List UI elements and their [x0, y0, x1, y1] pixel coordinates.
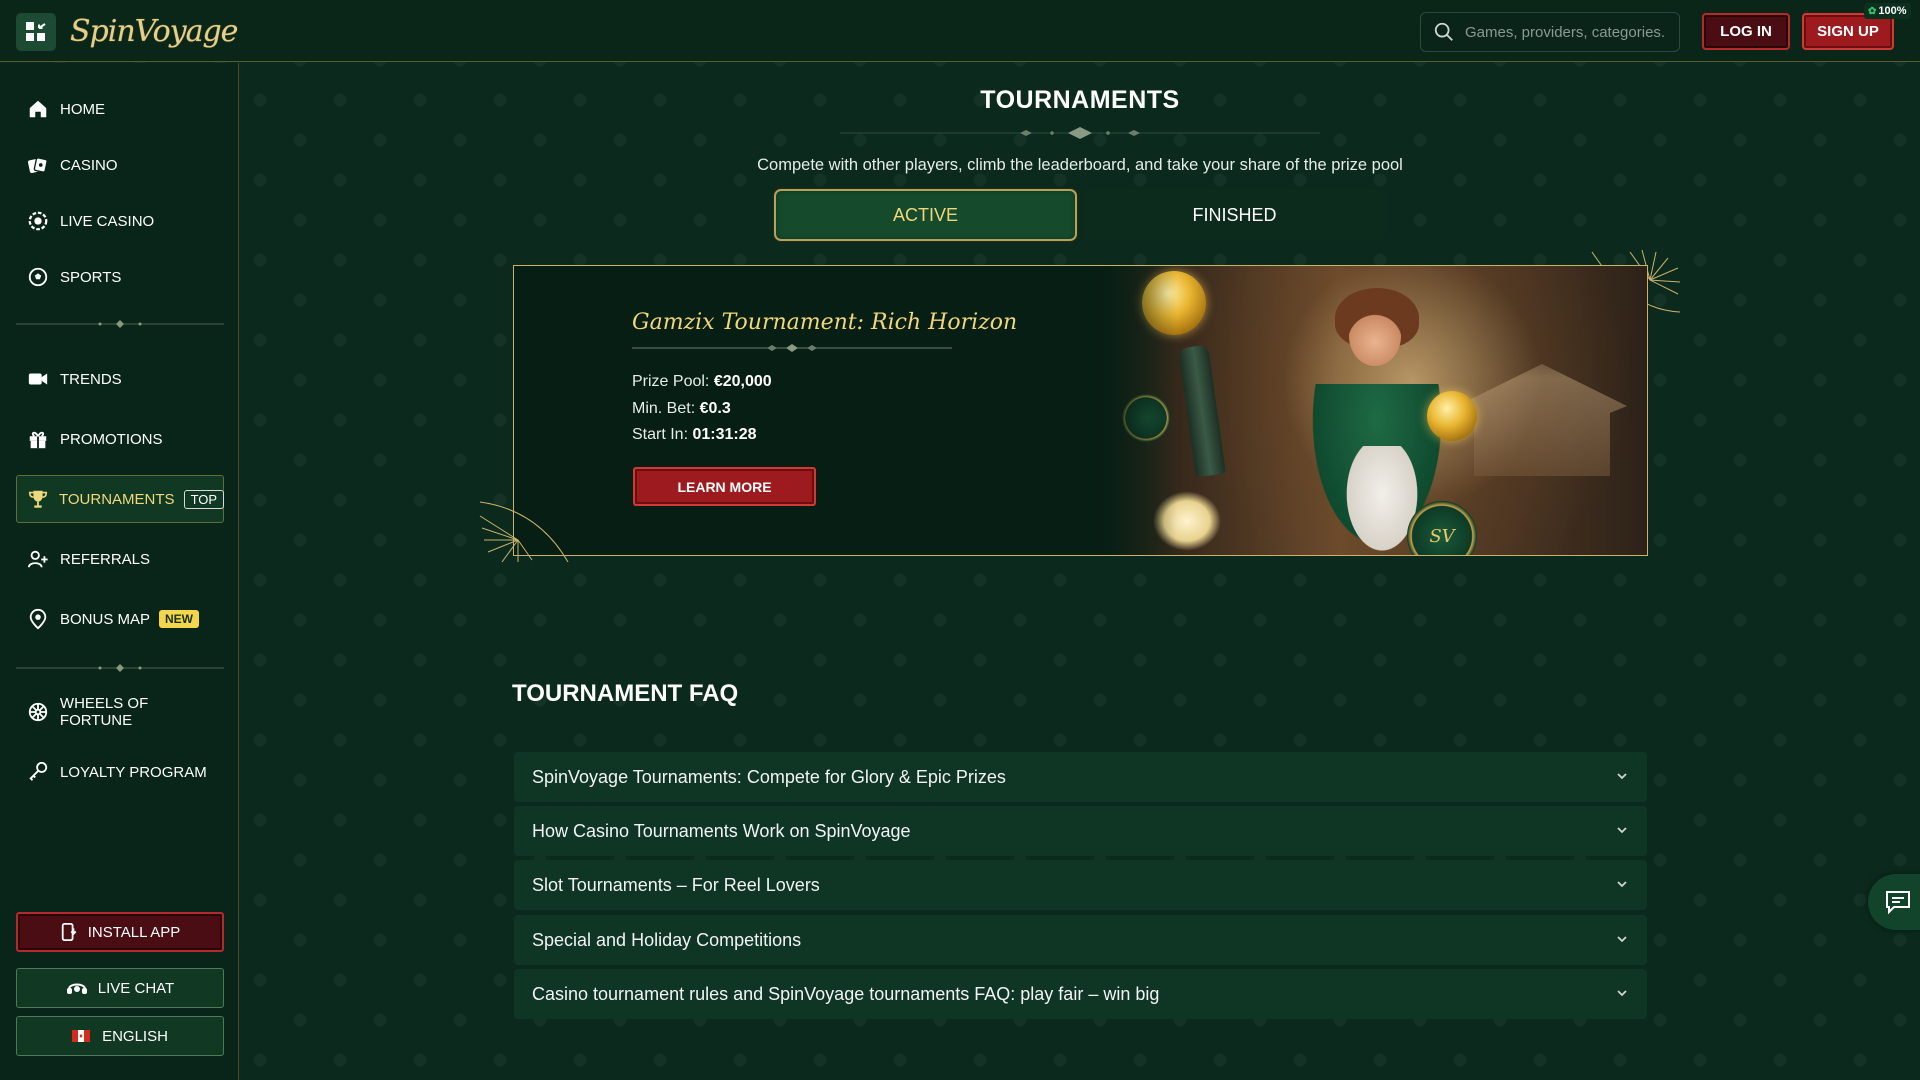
referrals-icon — [26, 547, 50, 571]
prize-pool-value: €20,000 — [713, 373, 772, 390]
sidebar-divider — [16, 660, 224, 672]
gold-coin-illustration — [1427, 391, 1477, 441]
gift-icon — [26, 427, 50, 451]
canada-flag-icon: ♦ — [72, 1030, 91, 1042]
live-chat-label: LIVE CHAT — [97, 979, 175, 997]
sidebar-item-label: REFERRALS — [60, 550, 151, 568]
sidebar-item-label: PROMOTIONS — [60, 430, 163, 448]
wheel-icon — [26, 700, 50, 724]
character-head — [1349, 306, 1401, 366]
start-in-countdown: 01:31:28 — [692, 426, 757, 443]
tab-finished[interactable]: FINISHED — [1083, 189, 1386, 241]
chevron-down-icon — [1615, 767, 1629, 788]
install-phone-icon — [60, 922, 78, 942]
menu-toggle-button[interactable] — [16, 13, 56, 51]
decorative-fan-ornament — [479, 501, 569, 563]
language-label: ENGLISH — [102, 1027, 168, 1045]
prize-pool-line: Prize Pool: €20,000 — [632, 373, 772, 390]
sidebar-item-wheels-of-fortune[interactable]: WHEELS OF FORTUNE — [16, 690, 224, 734]
sidebar-item-live-casino[interactable]: LIVE CASINO — [16, 199, 224, 243]
search-icon — [1434, 22, 1453, 41]
chat-bubble-icon — [1886, 891, 1910, 915]
chat-widget-button[interactable] — [1868, 874, 1920, 930]
min-bet-value: €0.3 — [699, 400, 731, 417]
faq-question: Slot Tournaments – For Reel Lovers — [532, 874, 820, 895]
faq-item[interactable]: Special and Holiday Competitions — [514, 915, 1647, 965]
live-chat-button[interactable]: LIVE CHAT — [16, 968, 224, 1008]
title-ornament — [840, 127, 1320, 139]
sidebar-item-bonus-map[interactable]: BONUS MAP NEW — [16, 597, 224, 641]
faq-question: Special and Holiday Competitions — [532, 929, 802, 950]
video-camera-icon — [26, 367, 50, 391]
sidebar-item-label: LOYALTY PROGRAM — [60, 763, 207, 781]
new-badge: NEW — [159, 610, 200, 628]
install-app-label: INSTALL APP — [87, 923, 181, 941]
faq-question: Casino tournament rules and SpinVoyage t… — [532, 983, 1160, 1004]
faq-question: SpinVoyage Tournaments: Compete for Glor… — [532, 766, 1006, 787]
live-casino-icon — [26, 209, 50, 233]
page-subtitle: Compete with other players, climb the le… — [757, 156, 1403, 174]
champagne-bottle-illustration — [1178, 344, 1226, 478]
top-header: SpinVoyage LOG IN SIGN UP ✿ 100% — [0, 0, 1920, 62]
grid-collapse-icon — [26, 22, 46, 41]
sidebar-item-casino[interactable]: CASINO — [16, 143, 224, 187]
headset-icon — [66, 978, 88, 998]
sidebar-item-tournaments[interactable]: TOURNAMENTS TOP — [16, 475, 225, 523]
casino-icon — [26, 153, 50, 177]
start-in-line: Start In: 01:31:28 — [632, 426, 757, 443]
tab-active[interactable]: ACTIVE — [774, 189, 1077, 241]
sidebar-item-sports[interactable]: SPORTS — [16, 255, 224, 299]
loyalty-icon — [26, 760, 50, 784]
chevron-down-icon — [1615, 875, 1629, 896]
tournament-tabs: ACTIVE FINISHED — [774, 189, 1386, 243]
sidebar-item-label: TOURNAMENTS — [59, 490, 175, 508]
sidebar: HOME CASINO LIVE CASINO SPORTS TRENDS PR… — [0, 63, 239, 1080]
sidebar-item-home[interactable]: HOME — [16, 87, 224, 131]
sidebar-item-label: TRENDS — [60, 370, 122, 388]
map-pin-icon — [26, 607, 50, 631]
sidebar-item-loyalty-program[interactable]: LOYALTY PROGRAM — [16, 750, 224, 794]
chevron-down-icon — [1615, 984, 1629, 1005]
battery-level: 100% — [1878, 5, 1907, 17]
faq-question: How Casino Tournaments Work on SpinVoyag… — [532, 820, 911, 841]
leaf-icon: ✿ — [1868, 5, 1877, 17]
chevron-down-icon — [1615, 930, 1629, 951]
faq-item[interactable]: How Casino Tournaments Work on SpinVoyag… — [514, 806, 1647, 856]
brand-logo[interactable]: SpinVoyage — [70, 6, 238, 56]
soccer-ball-icon — [26, 265, 50, 289]
sidebar-divider — [16, 316, 224, 328]
chevron-down-icon — [1615, 821, 1629, 842]
banner-fade — [1087, 266, 1177, 555]
sidebar-item-label: CASINO — [60, 156, 118, 174]
search-bar[interactable] — [1420, 12, 1680, 52]
login-button[interactable]: LOG IN — [1702, 13, 1790, 50]
tournament-banner-image: SV — [1087, 266, 1647, 555]
sidebar-item-trends[interactable]: TRENDS — [16, 357, 224, 401]
faq-item[interactable]: Casino tournament rules and SpinVoyage t… — [514, 969, 1647, 1019]
tournament-name-ornament — [632, 344, 952, 352]
search-input[interactable] — [1465, 23, 1665, 41]
tournament-name: Gamzix Tournament: Rich Horizon — [632, 310, 1018, 335]
faq-title: TOURNAMENT FAQ — [512, 680, 739, 707]
home-icon — [26, 97, 50, 121]
sidebar-item-label: LIVE CASINO — [60, 212, 155, 230]
language-selector[interactable]: ♦ ENGLISH — [16, 1016, 224, 1056]
faq-item[interactable]: SpinVoyage Tournaments: Compete for Glor… — [514, 752, 1647, 802]
temple-illustration — [1457, 364, 1627, 476]
trophy-icon — [27, 487, 49, 511]
sidebar-item-label: HOME — [60, 100, 105, 118]
casino-chip-illustration: SV — [1407, 501, 1477, 555]
learn-more-button[interactable]: LEARN MORE — [633, 467, 816, 506]
sidebar-item-promotions[interactable]: PROMOTIONS — [16, 417, 224, 461]
install-app-button[interactable]: INSTALL APP — [16, 912, 224, 952]
sidebar-item-referrals[interactable]: REFERRALS — [16, 537, 224, 581]
battery-indicator: ✿ 100% — [1864, 3, 1911, 19]
faq-item[interactable]: Slot Tournaments – For Reel Lovers — [514, 860, 1647, 910]
min-bet-line: Min. Bet: €0.3 — [632, 400, 731, 417]
sidebar-item-label: WHEELS OF FORTUNE — [59, 695, 149, 729]
page-title: TOURNAMENTS — [980, 86, 1180, 114]
sidebar-item-label: SPORTS — [60, 268, 122, 286]
top-badge: TOP — [183, 489, 225, 509]
sidebar-item-label: BONUS MAP — [60, 610, 151, 628]
